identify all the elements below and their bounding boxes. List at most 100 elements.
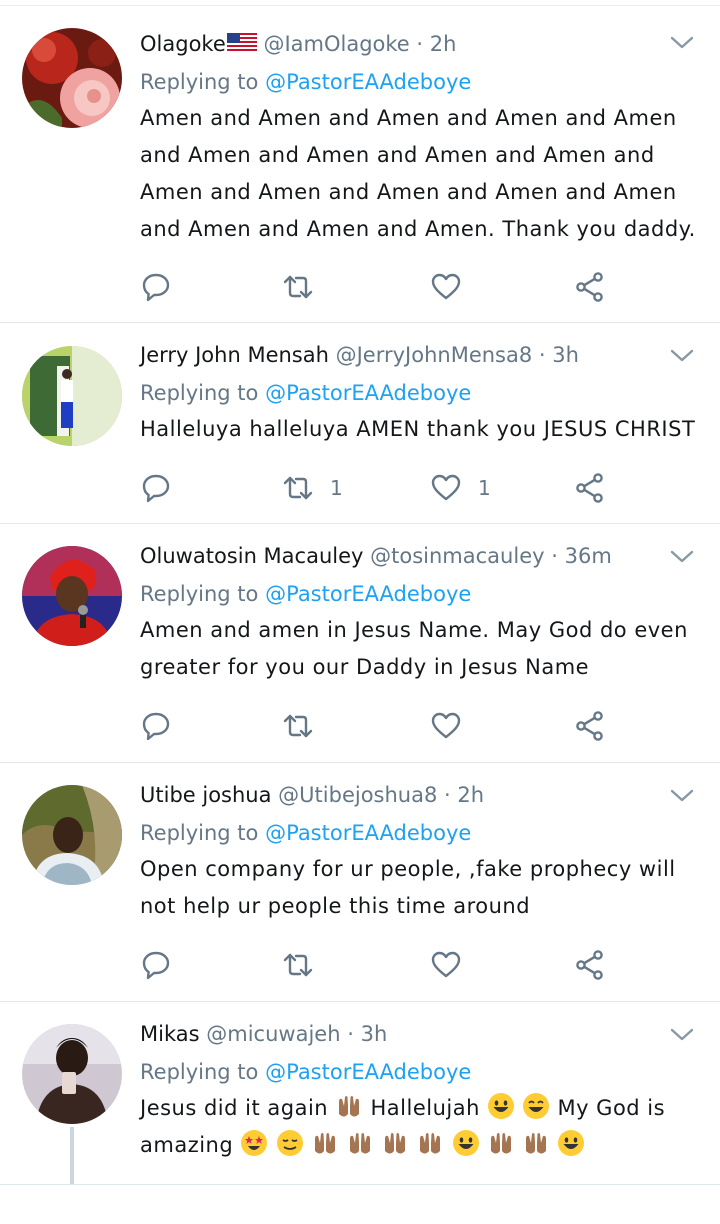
tweet-body: Oluwatosin Macauley @tosinmacauley · 36m… <box>140 542 696 686</box>
grinning-face-emoji-icon <box>488 1093 515 1119</box>
tweet-text: Amen and Amen and Amen and Amen and Amen… <box>140 106 696 241</box>
user-handle[interactable]: @Utibejoshua8 <box>278 783 437 807</box>
share-icon <box>576 473 603 503</box>
grinning-face-emoji-icon <box>452 1130 479 1156</box>
like-button[interactable] <box>430 948 478 982</box>
display-name[interactable]: Olagoke <box>140 32 226 56</box>
timestamp[interactable]: 3h <box>361 1022 388 1046</box>
reply-button[interactable] <box>140 471 172 505</box>
share-icon <box>576 711 603 741</box>
replying-to: Replying to @PastorEAAdeboye <box>140 819 696 847</box>
raising-hands-emoji-icon <box>314 1133 335 1154</box>
mention-link[interactable]: @PastorEAAdeboye <box>265 582 471 606</box>
user-handle[interactable]: @JerryJohnMensa8 <box>336 343 533 367</box>
chevron-down-icon[interactable] <box>670 348 694 364</box>
raising-hands-emoji-icon <box>490 1133 511 1154</box>
action-bar <box>140 270 620 304</box>
tweet-text: Jesus did it again Hallelujah My God is … <box>140 1090 696 1164</box>
chevron-down-icon[interactable] <box>670 1027 694 1043</box>
separator-dot: · <box>347 1022 354 1046</box>
replying-prefix: Replying to <box>140 381 259 405</box>
share-button[interactable] <box>574 709 606 743</box>
avatar[interactable] <box>22 785 122 885</box>
text-segment: My God is <box>557 1096 666 1120</box>
retweet-button[interactable] <box>282 709 330 743</box>
mention-link[interactable]: @PastorEAAdeboye <box>265 1060 471 1084</box>
avatar[interactable] <box>22 346 122 446</box>
timestamp[interactable]: 2h <box>457 783 484 807</box>
mention-link[interactable]: @PastorEAAdeboye <box>265 70 471 94</box>
replying-to: Replying to @PastorEAAdeboye <box>140 1058 696 1086</box>
tweet-item[interactable]: Jerry John Mensah @JerryJohnMensa8 · 3h … <box>0 324 720 524</box>
action-bar: 1 1 <box>140 471 620 505</box>
reply-icon <box>142 273 170 302</box>
mention-link[interactable]: @PastorEAAdeboye <box>265 821 471 845</box>
replying-to: Replying to @PastorEAAdeboye <box>140 379 696 407</box>
share-button[interactable] <box>574 471 606 505</box>
timestamp[interactable]: 2h <box>430 32 457 56</box>
retweet-icon <box>283 275 313 299</box>
user-handle[interactable]: @micuwajeh <box>206 1022 340 1046</box>
reply-icon <box>142 712 170 741</box>
like-button[interactable] <box>430 709 478 743</box>
reply-compose-bar[interactable] <box>0 1184 720 1224</box>
us-flag-icon <box>226 33 257 53</box>
tweet-body: Jerry John Mensah @JerryJohnMensa8 · 3h … <box>140 341 696 448</box>
tweet-header: Olagoke @IamOlagoke · 2h <box>140 30 696 58</box>
tweet-text: Open company for ur people, ,fake prophe… <box>140 857 676 918</box>
tweet-item[interactable]: Oluwatosin Macauley @tosinmacauley · 36m… <box>0 525 720 763</box>
heart-icon <box>431 474 461 501</box>
chevron-down-icon[interactable] <box>670 549 694 565</box>
retweet-button[interactable] <box>282 270 330 304</box>
avatar[interactable] <box>22 28 122 128</box>
reply-button[interactable] <box>140 948 172 982</box>
relieved-face-emoji-icon <box>276 1130 303 1156</box>
share-button[interactable] <box>574 948 606 982</box>
retweet-button[interactable]: 1 <box>282 471 343 505</box>
tweet-body: Mikas @micuwajeh · 3h Replying to @Pasto… <box>140 1020 696 1164</box>
display-name[interactable]: Oluwatosin Macauley <box>140 544 363 568</box>
user-handle[interactable]: @tosinmacauley <box>370 544 544 568</box>
chevron-down-icon[interactable] <box>670 788 694 804</box>
like-count: 1 <box>478 476 491 500</box>
heart-icon <box>431 951 461 978</box>
replying-to: Replying to @PastorEAAdeboye <box>140 68 696 96</box>
like-button[interactable] <box>430 270 478 304</box>
share-icon <box>576 272 603 302</box>
user-handle[interactable]: @IamOlagoke <box>263 32 409 56</box>
display-name[interactable]: Jerry John Mensah <box>140 343 329 367</box>
top-divider <box>0 0 720 6</box>
separator-dot: · <box>416 32 424 56</box>
tweet-item[interactable]: Olagoke @IamOlagoke · 2h Replying to @Pa… <box>0 7 720 323</box>
tweet-header: Oluwatosin Macauley @tosinmacauley · 36m <box>140 542 696 570</box>
like-button[interactable]: 1 <box>430 471 491 505</box>
retweet-icon <box>283 476 313 500</box>
share-button[interactable] <box>574 270 606 304</box>
heart-icon <box>431 712 461 739</box>
tweet-text: Amen and amen in Jesus Name. May God do … <box>140 618 688 679</box>
timestamp[interactable]: 3h <box>552 343 579 367</box>
replying-prefix: Replying to <box>140 70 259 94</box>
avatar[interactable] <box>22 1024 122 1124</box>
display-name[interactable]: Mikas <box>140 1022 200 1046</box>
raising-hands-emoji-icon <box>420 1133 441 1154</box>
heart-icon <box>431 273 461 300</box>
tweet-item[interactable]: Mikas @micuwajeh · 3h Replying to @Pasto… <box>0 1003 720 1184</box>
reply-button[interactable] <box>140 709 172 743</box>
action-bar <box>140 709 620 743</box>
chevron-down-icon[interactable] <box>670 35 694 51</box>
grinning-face-emoji-icon <box>558 1130 585 1156</box>
replying-prefix: Replying to <box>140 1060 259 1084</box>
reply-icon <box>142 951 170 980</box>
timestamp[interactable]: 36m <box>565 544 612 568</box>
tweet-body: Olagoke @IamOlagoke · 2h Replying to @Pa… <box>140 30 696 248</box>
reply-button[interactable] <box>140 270 172 304</box>
raising-hands-emoji-icon <box>385 1133 406 1154</box>
display-name[interactable]: Utibe joshua <box>140 783 271 807</box>
text-segment: amazing <box>140 1133 234 1157</box>
avatar[interactable] <box>22 546 122 646</box>
tweet-item[interactable]: Utibe joshua @Utibejoshua8 · 2h Replying… <box>0 764 720 1002</box>
tweet-body: Utibe joshua @Utibejoshua8 · 2h Replying… <box>140 781 696 925</box>
retweet-button[interactable] <box>282 948 330 982</box>
mention-link[interactable]: @PastorEAAdeboye <box>265 381 471 405</box>
